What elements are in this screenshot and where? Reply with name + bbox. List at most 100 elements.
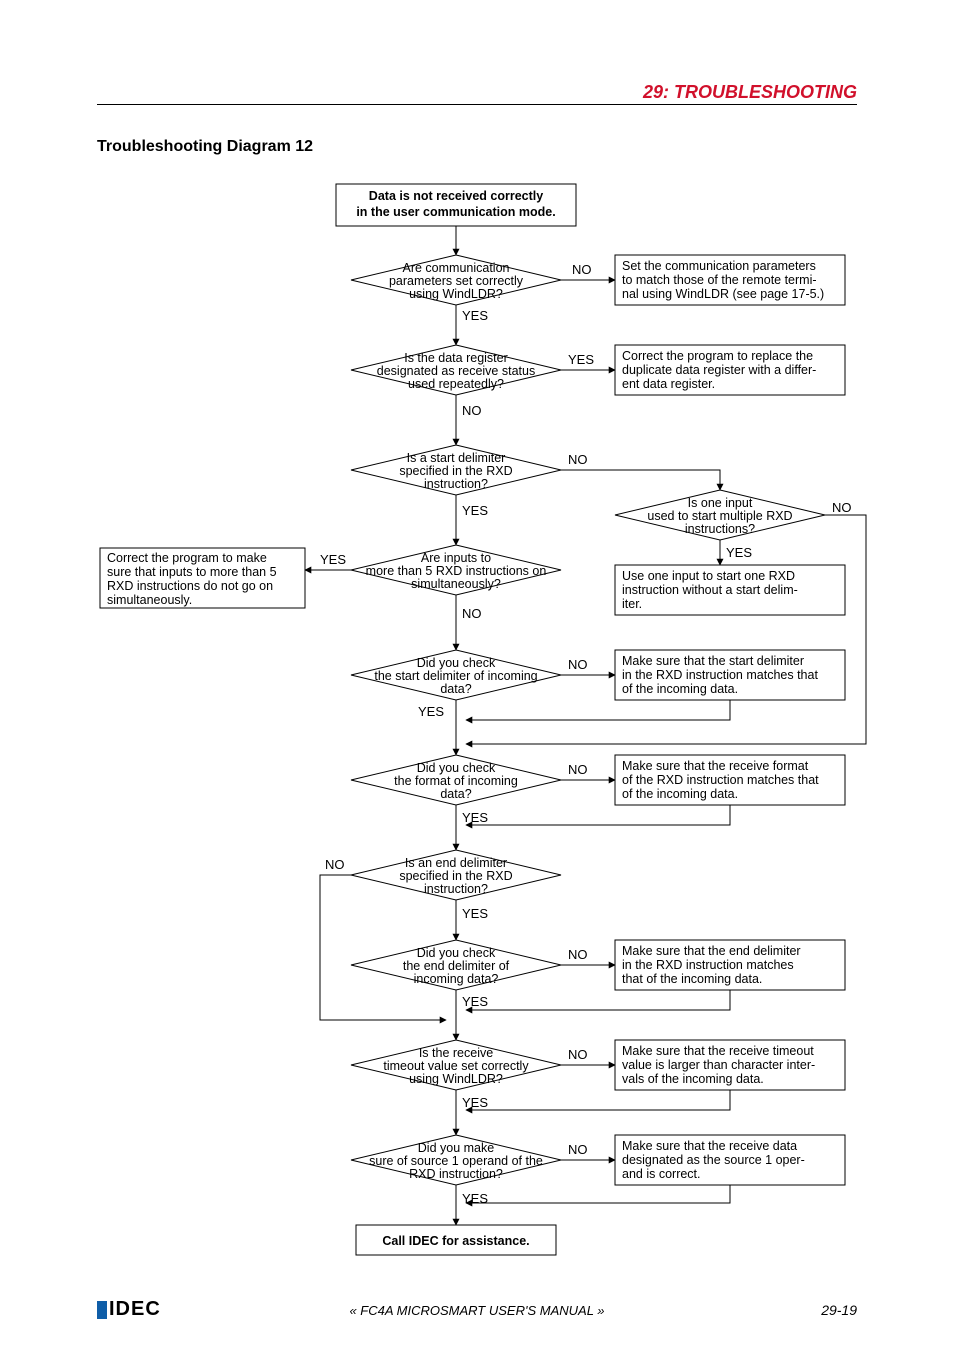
a2-l2: duplicate data register with a differ- [622, 363, 816, 377]
q3-yes: YES [462, 503, 488, 518]
q1-yes: YES [462, 308, 488, 323]
q1-node: Are communication parameters set correct… [351, 255, 561, 305]
a1-node: Set the communication parameters to matc… [615, 255, 845, 305]
q10-yes: YES [462, 1191, 488, 1206]
a3b-l1: Use one input to start one RXD [622, 569, 795, 583]
q5-node: Did you check the start delimiter of inc… [351, 650, 561, 700]
a2-node: Correct the program to replace the dupli… [615, 345, 845, 395]
q7-node: Is an end delimiter specified in the RXD… [351, 850, 561, 900]
a5-l3: of the incoming data. [622, 682, 738, 696]
q2-yes: YES [568, 352, 594, 367]
q3-no: NO [568, 452, 588, 467]
start-node: Data is not received correctly in the us… [336, 184, 576, 226]
q2-l1: Is the data register [404, 351, 508, 365]
q7-l3: instruction? [424, 882, 488, 896]
q3b-no: NO [832, 500, 852, 515]
q2-l2: designated as receive status [377, 364, 535, 378]
q4-node: Are inputs to more than 5 RXD instructio… [351, 545, 561, 595]
q8-l1: Did you check [417, 946, 496, 960]
start-l1: Data is not received correctly [369, 189, 543, 203]
a4-l2: sure that inputs to more than 5 [107, 565, 277, 579]
q8-node: Did you check the end delimiter of incom… [351, 940, 561, 990]
a8-l1: Make sure that the end delimiter [622, 944, 801, 958]
q5-no: NO [568, 657, 588, 672]
a8-node: Make sure that the end delimiter in the … [615, 940, 845, 990]
q3b-l1: Is one input [688, 496, 753, 510]
q3-node: Is a start delimiter specified in the RX… [351, 445, 561, 495]
a4-node: Correct the program to make sure that in… [100, 548, 305, 608]
q6-l1: Did you check [417, 761, 496, 775]
a6-l1: Make sure that the receive format [622, 759, 809, 773]
q5-l1: Did you check [417, 656, 496, 670]
a10-l2: designated as the source 1 oper- [622, 1153, 805, 1167]
q9-l3: using WindLDR? [409, 1072, 503, 1086]
a10-l1: Make sure that the receive data [622, 1139, 797, 1153]
flowchart-svg: Data is not received correctly in the us… [0, 0, 954, 1351]
q8-no: NO [568, 947, 588, 962]
q1-l3: using WindLDR? [409, 287, 503, 301]
q10-no: NO [568, 1142, 588, 1157]
a2-l3: ent data register. [622, 377, 715, 391]
q6-yes: YES [462, 810, 488, 825]
q2-no: NO [462, 403, 482, 418]
a9-l1: Make sure that the receive timeout [622, 1044, 814, 1058]
a3b-l2: instruction without a start delim- [622, 583, 798, 597]
a8-l3: that of the incoming data. [622, 972, 762, 986]
footer-page-number: 29-19 [821, 1302, 857, 1318]
q2-l3: used repeatedly? [408, 377, 504, 391]
q4-no: NO [462, 606, 482, 621]
footer-manual-title: « FC4A MICROSMART USER'S MANUAL » [0, 1303, 954, 1318]
a4-l1: Correct the program to make [107, 551, 267, 565]
q10-l3: RXD instruction? [409, 1167, 503, 1181]
q4-l3: simultaneously? [411, 577, 501, 591]
q6-no: NO [568, 762, 588, 777]
a4-l3: RXD instructions do not go on [107, 579, 273, 593]
a3b-l3: iter. [622, 597, 642, 611]
page: 29: TROUBLESHOOTING Troubleshooting Diag… [0, 0, 954, 1351]
a5-l1: Make sure that the start delimiter [622, 654, 804, 668]
q10-l2: sure of source 1 operand of the [369, 1154, 543, 1168]
a6-node: Make sure that the receive format of the… [615, 755, 845, 805]
a1-l1: Set the communication parameters [622, 259, 816, 273]
end-node: Call IDEC for assistance. [356, 1225, 556, 1255]
q5-l2: the start delimiter of incoming [374, 669, 537, 683]
a1-l2: to match those of the remote termi- [622, 273, 817, 287]
q8-l2: the end delimiter of [403, 959, 510, 973]
a5-node: Make sure that the start delimiter in th… [615, 650, 845, 700]
q3-l2: specified in the RXD [399, 464, 512, 478]
q7-l2: specified in the RXD [399, 869, 512, 883]
q10-node: Did you make sure of source 1 operand of… [351, 1135, 561, 1185]
a8-l2: in the RXD instruction matches [622, 958, 794, 972]
end-l1: Call IDEC for assistance. [382, 1234, 529, 1248]
q9-yes: YES [462, 1095, 488, 1110]
q10-l1: Did you make [418, 1141, 494, 1155]
q3-l1: Is a start delimiter [407, 451, 506, 465]
q6-l2: the format of incoming [394, 774, 518, 788]
q1-l2: parameters set correctly [389, 274, 524, 288]
a6-l2: of the RXD instruction matches that [622, 773, 819, 787]
a9-l3: vals of the incoming data. [622, 1072, 764, 1086]
q4-l1: Are inputs to [421, 551, 491, 565]
a9-node: Make sure that the receive timeout value… [615, 1040, 845, 1090]
q5-yes: YES [418, 704, 444, 719]
q7-l1: Is an end delimiter [405, 856, 507, 870]
a3b-node: Use one input to start one RXD instructi… [615, 565, 845, 615]
q3b-node: Is one input used to start multiple RXD … [615, 490, 825, 540]
q9-l1: Is the receive [419, 1046, 493, 1060]
a1-l3: nal using WindLDR (see page 17-5.) [622, 287, 824, 301]
q7-yes: YES [462, 906, 488, 921]
q8-l3: incoming data? [414, 972, 499, 986]
q7-no: NO [325, 857, 345, 872]
q3b-l3: instructions? [685, 522, 755, 536]
q4-yes: YES [320, 552, 346, 567]
q3b-l2: used to start multiple RXD [647, 509, 792, 523]
q1-no: NO [572, 262, 592, 277]
a10-l3: and is correct. [622, 1167, 701, 1181]
q1-l1: Are communication [403, 261, 510, 275]
q5-l3: data? [440, 682, 471, 696]
a4-l4: simultaneously. [107, 593, 192, 607]
start-l2: in the user communication mode. [356, 205, 555, 219]
q9-l2: timeout value set correctly [383, 1059, 529, 1073]
q6-l3: data? [440, 787, 471, 801]
q3-l3: instruction? [424, 477, 488, 491]
